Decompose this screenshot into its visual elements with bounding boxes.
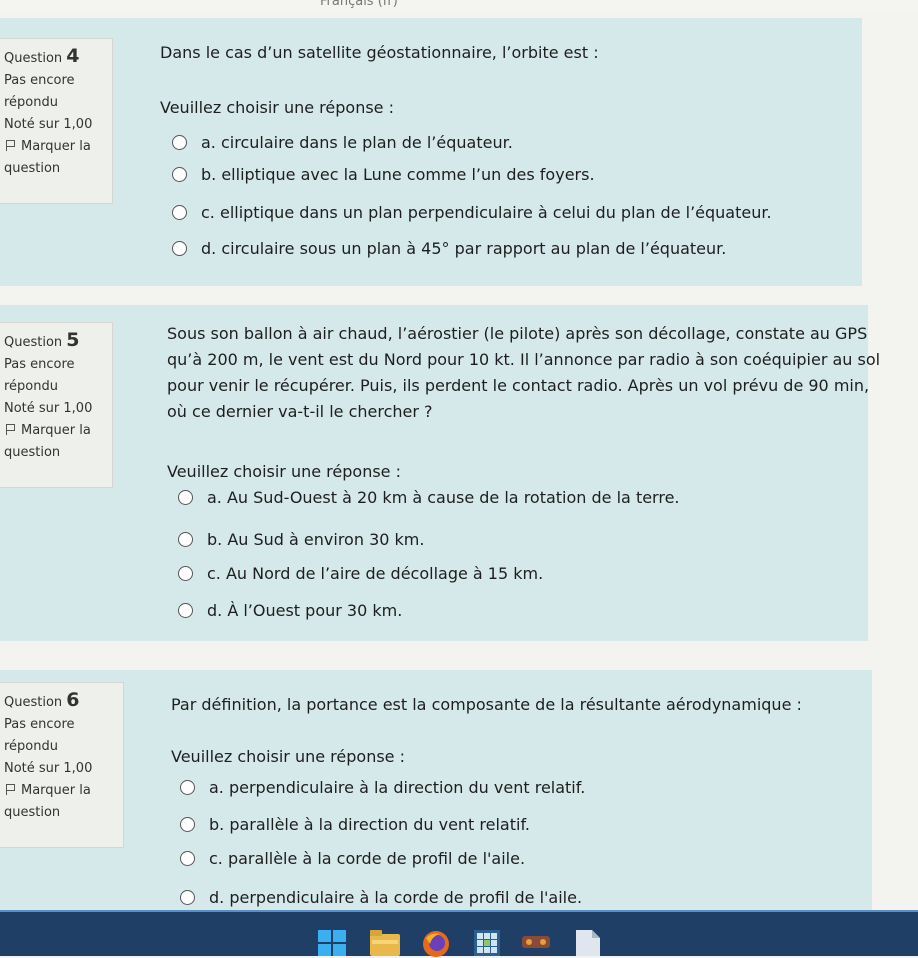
game-icon[interactable] [522, 930, 550, 950]
radio-button[interactable] [178, 490, 193, 505]
radio-button[interactable] [180, 780, 195, 795]
firefox-icon[interactable] [422, 930, 450, 958]
windows-start-icon[interactable] [318, 930, 346, 956]
question-5-option-b[interactable]: b. Au Sud à environ 30 km. [178, 530, 424, 549]
top-bar: Français (fr) [0, 0, 918, 14]
radio-button[interactable] [180, 817, 195, 832]
document-icon[interactable] [576, 930, 600, 956]
question-6-number: Question 6 [4, 689, 80, 711]
question-6-status: Pas encore répondu [4, 717, 75, 754]
question-6-option-c[interactable]: c. parallèle à la corde de profil de l'a… [180, 849, 525, 868]
radio-button[interactable] [180, 890, 195, 905]
question-4-text: Dans le cas d’un satellite géostationnai… [160, 43, 599, 62]
question-6-info: Question 6 Pas encore répondu Noté sur 1,… [0, 682, 124, 848]
language-label[interactable]: Français (fr) [320, 0, 398, 9]
question-6-option-b[interactable]: b. parallèle à la direction du vent rela… [180, 815, 530, 834]
radio-button[interactable] [172, 135, 187, 150]
question-6-option-a[interactable]: a. perpendiculaire à la direction du ven… [180, 778, 585, 797]
question-4-grade: Noté sur 1,00 [4, 117, 93, 132]
question-5-text: Sous son ballon à air chaud, l’aérostier… [167, 324, 881, 421]
radio-button[interactable] [172, 241, 187, 256]
radio-button[interactable] [178, 603, 193, 618]
question-6-option-d[interactable]: d. perpendiculaire à la corde de profil … [180, 888, 582, 907]
question-4-option-a[interactable]: a. circulaire dans le plan de l’équateur… [172, 133, 513, 152]
question-4-info: Question 4 Pas encore répondu Noté sur 1,… [0, 38, 113, 204]
flag-icon [6, 784, 16, 795]
file-explorer-icon[interactable] [370, 930, 400, 956]
question-5-option-d[interactable]: d. À l’Ouest pour 30 km. [178, 601, 402, 620]
question-5-info: Question 5 Pas encore répondu Noté sur 1,… [0, 322, 113, 488]
app-grid-icon[interactable] [474, 930, 500, 956]
radio-button[interactable] [172, 167, 187, 182]
question-5-status: Pas encore répondu [4, 357, 75, 394]
question-4-option-b[interactable]: b. elliptique avec la Lune comme l’un de… [172, 165, 595, 184]
question-5-option-c[interactable]: c. Au Nord de l’aire de décollage à 15 k… [178, 564, 543, 583]
radio-button[interactable] [172, 205, 187, 220]
question-4-flag[interactable]: Marquer la question [4, 136, 108, 180]
question-6-text: Par définition, la portance est la compo… [171, 695, 802, 714]
question-4-option-c[interactable]: c. elliptique dans un plan perpendiculai… [172, 203, 772, 222]
question-6-prompt: Veuillez choisir une réponse : [171, 747, 405, 766]
radio-button[interactable] [178, 532, 193, 547]
radio-button[interactable] [180, 851, 195, 866]
question-4-option-d[interactable]: d. circulaire sous un plan à 45° par rap… [172, 239, 726, 258]
question-5-grade: Noté sur 1,00 [4, 401, 93, 416]
question-5-option-a[interactable]: a. Au Sud-Ouest à 20 km à cause de la ro… [178, 488, 680, 507]
question-4-status: Pas encore répondu [4, 73, 75, 110]
question-4-number: Question 4 [4, 45, 80, 67]
flag-icon [6, 140, 16, 151]
question-5-number: Question 5 [4, 329, 80, 351]
radio-button[interactable] [178, 566, 193, 581]
flag-icon [6, 424, 16, 435]
question-6-flag[interactable]: Marquer la question [4, 780, 119, 824]
question-4-prompt: Veuillez choisir une réponse : [160, 98, 394, 117]
question-6-grade: Noté sur 1,00 [4, 761, 93, 776]
question-5-prompt: Veuillez choisir une réponse : [167, 462, 401, 481]
question-5-flag[interactable]: Marquer la question [4, 420, 108, 464]
taskbar [0, 910, 918, 958]
